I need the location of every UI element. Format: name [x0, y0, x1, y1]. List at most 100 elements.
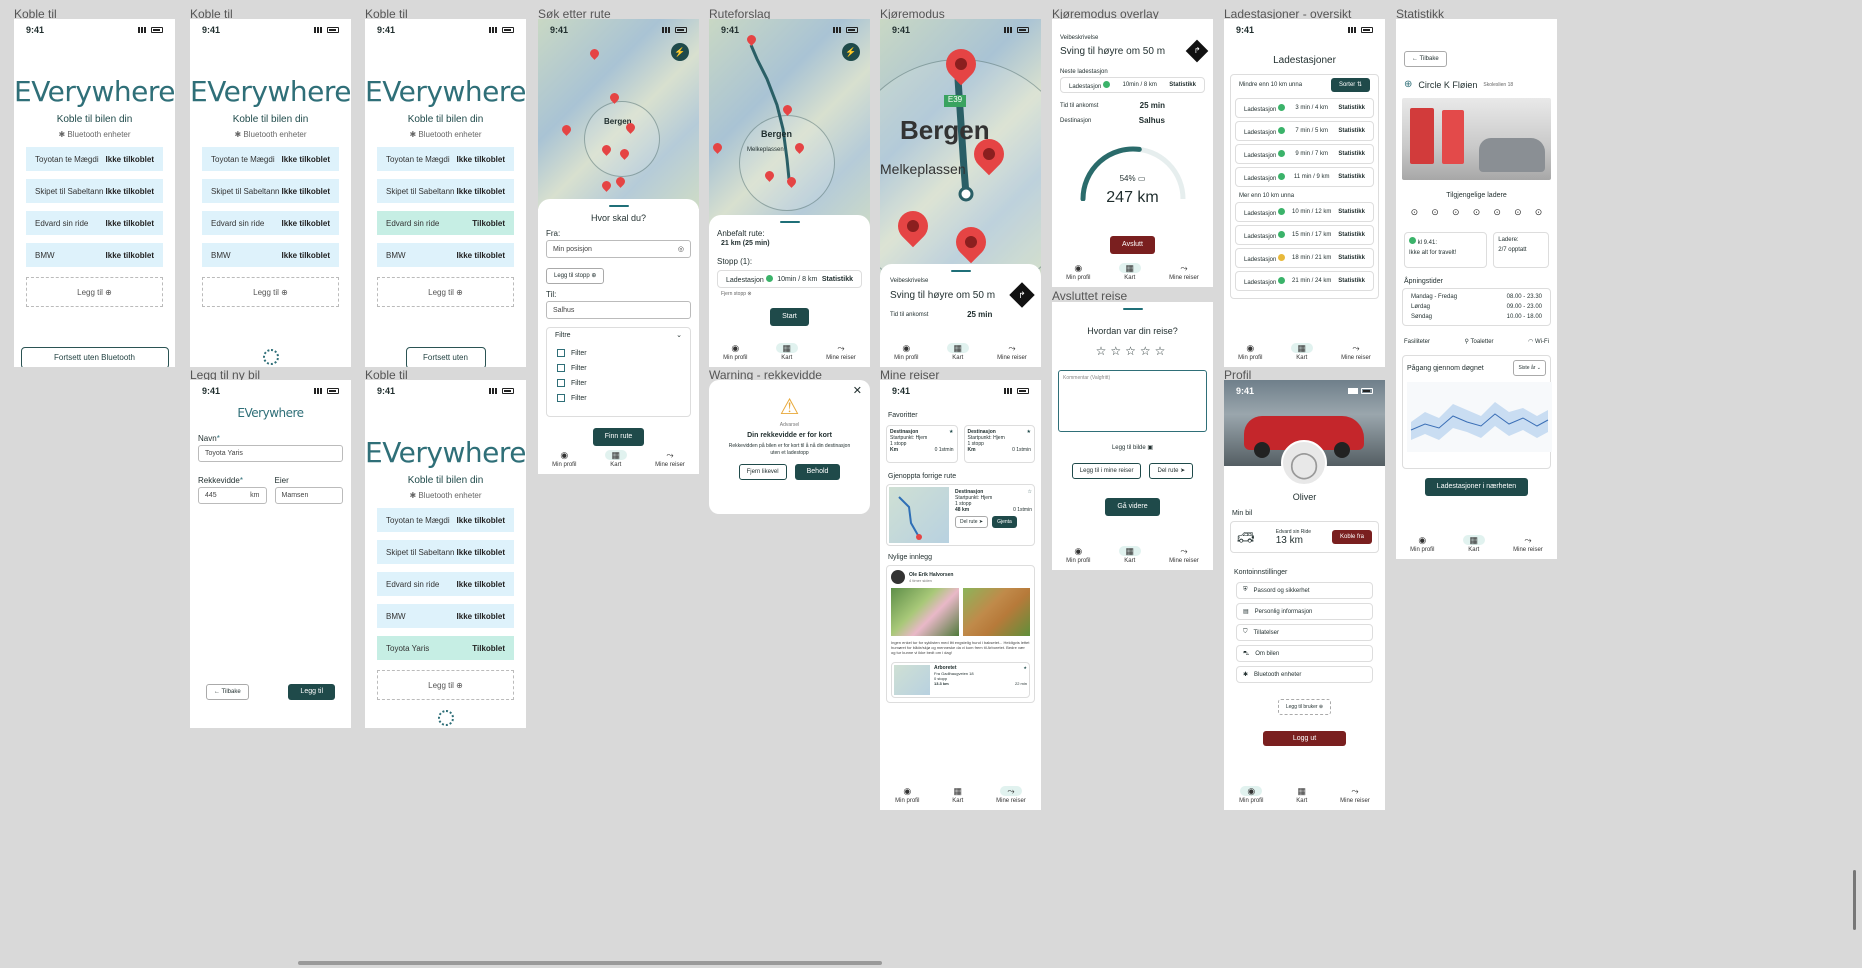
device-row-connected[interactable]: Toyota Yaris Tilkoblet: [377, 636, 514, 660]
station-row[interactable]: Ladestasjon 7 min / 5 km Statistikk: [1235, 121, 1374, 141]
device-row[interactable]: Skipet til Sabeltann Ikke tilkoblet: [202, 179, 339, 203]
nav-map[interactable]: ▦ Kart: [950, 786, 966, 804]
back-button[interactable]: ← Tilbake: [1404, 51, 1447, 67]
sort-button[interactable]: Sorter ⇅: [1330, 78, 1370, 92]
station-row[interactable]: Ladestasjon 18 min / 21 km Statistikk: [1235, 248, 1374, 268]
remove-stop-button[interactable]: Fjern stopp ⊗: [721, 291, 858, 297]
continue-button[interactable]: Gå videre: [1105, 498, 1160, 516]
nearby-stations-button[interactable]: Ladestasjoner i nærheten: [1424, 478, 1529, 496]
nav-profile[interactable]: ◉ Min profil: [1066, 263, 1090, 281]
nav-map[interactable]: ▦ Kart: [775, 343, 798, 361]
map-view[interactable]: 9:41 Bergen Melkeplassen ⚡: [709, 19, 870, 239]
setting-item[interactable]: ⛍ Om bilen: [1236, 645, 1373, 662]
post-route-card[interactable]: Arboretet ★ Fra Gadlhaugveien 18 0 stopp 1…: [891, 661, 1030, 698]
nav-trips[interactable]: ⤳ Mine reiser: [1340, 786, 1370, 804]
device-row[interactable]: Skipet til Sabeltann Ikke tilkoblet: [377, 540, 514, 564]
favorite-card[interactable]: Destinasjon ★ Startpunkt: Hjem 1 stopp Km 0…: [886, 425, 958, 463]
nav-trips[interactable]: ⤳ Mine reiser: [1341, 343, 1371, 361]
charge-filter-icon[interactable]: ⚡: [671, 43, 689, 61]
nav-profile[interactable]: ◉ Min profil: [894, 343, 918, 361]
continue-without-bluetooth-button[interactable]: Fortsett uten Bluetooth: [20, 347, 169, 367]
device-row[interactable]: BMW Ikke tilkoblet: [202, 243, 339, 267]
keep-button[interactable]: Behold: [794, 464, 841, 480]
pin-icon[interactable]: [614, 175, 627, 188]
nav-profile[interactable]: ◉ Min profil: [1410, 535, 1434, 553]
find-route-button[interactable]: Finn rute: [592, 428, 645, 446]
device-row[interactable]: Toyotan te Mægdi Ikke tilkoblet: [377, 508, 514, 532]
add-car-button[interactable]: Legg til: [288, 684, 335, 700]
resume-card[interactable]: Destinasjon ☆ Startpunkt: Hjem 1 stopp 48 …: [886, 484, 1035, 546]
add-stop-button[interactable]: Legg til stopp ⊕: [546, 268, 605, 284]
device-row[interactable]: BMW Ikke tilkoblet: [377, 243, 514, 267]
owner-input[interactable]: Mamsen: [274, 487, 343, 504]
charge-filter-icon[interactable]: ⚡: [842, 43, 860, 61]
nav-profile[interactable]: ◉ Min profil: [895, 786, 919, 804]
setting-item[interactable]: ⛨ Passord og sikkerhet: [1236, 582, 1373, 599]
device-row[interactable]: Toyotan te Mægdi Ikke tilkoblet: [202, 147, 339, 171]
filter-checkbox[interactable]: Filter: [557, 379, 680, 387]
nav-trips[interactable]: ⤳ Mine reiser: [997, 343, 1027, 361]
add-device-button[interactable]: Legg til ⊕: [202, 277, 339, 307]
nav-trips[interactable]: ⤳ Mine reiser: [655, 450, 685, 468]
nav-trips[interactable]: ⤳ Mine reiser: [1169, 546, 1199, 564]
range-input[interactable]: 445 km: [198, 487, 267, 504]
filter-header[interactable]: Filtre ⌄: [547, 328, 690, 342]
station-row[interactable]: Ladestasjon 21 min / 24 km Statistikk: [1235, 271, 1374, 291]
nav-trips[interactable]: ⤳ Mine reiser: [996, 786, 1026, 804]
rating-stars[interactable]: ☆☆☆☆☆: [1052, 344, 1213, 358]
nav-profile[interactable]: ◉ Min profil: [723, 343, 747, 361]
map-view[interactable]: 9:41 E39 Bergen Melkeplassen: [880, 19, 1041, 299]
nav-map[interactable]: ▦ Kart: [1118, 546, 1141, 564]
station-row[interactable]: Ladestasjon 11 min / 9 km Statistikk: [1235, 167, 1374, 187]
station-row[interactable]: Ladestasjon 10 min / 12 km Statistikk: [1235, 202, 1374, 222]
setting-item[interactable]: ✱ Bluetooth enheter: [1236, 666, 1373, 683]
post-photo[interactable]: [962, 588, 1030, 636]
favorite-card[interactable]: Destinasjon ★ Startpunkt: Hjem 1 stopp Km 0…: [963, 425, 1035, 463]
vertical-scrollbar[interactable]: [1853, 870, 1856, 930]
nav-profile[interactable]: ◉ Min profil: [552, 450, 576, 468]
device-row[interactable]: Edvard sin ride Ikke tilkoblet: [202, 211, 339, 235]
close-icon[interactable]: ✕: [853, 384, 862, 397]
post-photo[interactable]: [891, 588, 959, 636]
station-row[interactable]: Ladestasjon 15 min / 17 km Statistikk: [1235, 225, 1374, 245]
nav-trips[interactable]: ⤳ Mine reiser: [1513, 535, 1543, 553]
device-row[interactable]: BMW Ikke tilkoblet: [377, 604, 514, 628]
setting-item[interactable]: ▤ Personlig informasjon: [1236, 603, 1373, 620]
filter-checkbox[interactable]: Filter: [557, 394, 680, 402]
stop-row[interactable]: Ladestasjon 10min / 8 km Statistikk: [717, 270, 862, 288]
add-device-button[interactable]: Legg til ⊕: [377, 277, 514, 307]
repeat-route-button[interactable]: Gjenta: [992, 516, 1017, 528]
add-device-button[interactable]: Legg til ⊕: [26, 277, 163, 307]
disconnect-button[interactable]: Koble fra: [1331, 530, 1372, 544]
to-input[interactable]: Salhus: [546, 301, 691, 319]
add-image-button[interactable]: Legg til bilde ▣: [1052, 444, 1213, 451]
add-to-trips-button[interactable]: Legg til i mine reiser: [1071, 463, 1142, 479]
station-row[interactable]: Ladestasjon 9 min / 7 km Statistikk: [1235, 144, 1374, 164]
device-row[interactable]: Skipet til Sabeltann Ikke tilkoblet: [26, 179, 163, 203]
map-view[interactable]: 9:41 Bergen ⚡: [538, 19, 699, 209]
filter-checkbox[interactable]: Filter: [557, 349, 680, 357]
device-row[interactable]: Edvard sin ride Ikke tilkoblet: [26, 211, 163, 235]
period-select[interactable]: Siste år ⌄: [1513, 360, 1546, 376]
nav-trips[interactable]: ⤳ Mine reiser: [1169, 263, 1199, 281]
logout-button[interactable]: Logg ut: [1262, 731, 1347, 746]
add-user-button[interactable]: Legg til bruker ⊕: [1277, 699, 1332, 715]
pin-icon[interactable]: [600, 179, 613, 192]
device-row[interactable]: Toyotan te Mægdi Ikke tilkoblet: [26, 147, 163, 171]
pin-icon[interactable]: [560, 123, 573, 136]
device-row[interactable]: Skipet til Sabeltann Ikke tilkoblet: [377, 179, 514, 203]
share-route-button[interactable]: Del rute ➤: [955, 516, 989, 528]
filter-checkbox[interactable]: Filter: [557, 364, 680, 372]
avatar[interactable]: [891, 570, 905, 584]
continue-without-bluetooth-button[interactable]: Fortsett uten Bluetooth: [405, 347, 486, 367]
add-device-button[interactable]: Legg til ⊕: [377, 670, 514, 700]
nav-map[interactable]: ▦ Kart: [1118, 263, 1141, 281]
drag-handle[interactable]: [950, 270, 971, 272]
nav-map[interactable]: ▦ Kart: [604, 450, 627, 468]
nav-map[interactable]: ▦ Kart: [1294, 786, 1310, 804]
remove-anyway-button[interactable]: Fjern likevel: [738, 464, 787, 480]
name-input[interactable]: Toyota Yaris: [198, 445, 343, 462]
locate-icon[interactable]: ◎: [678, 245, 684, 253]
share-route-button[interactable]: Del rute ➤: [1149, 463, 1194, 479]
drag-handle[interactable]: [1122, 308, 1143, 310]
